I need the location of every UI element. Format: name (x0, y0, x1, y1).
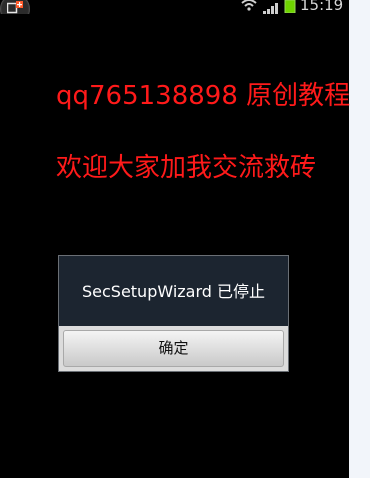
phone-screen (0, 0, 349, 478)
dialog-button-bar: 确定 (59, 326, 288, 371)
ok-button[interactable]: 确定 (63, 330, 284, 367)
overlay-text-line2: 欢迎大家加我交流救砖 (56, 153, 317, 183)
dialog-message-area: SecSetupWizard 已停止 (59, 256, 288, 326)
wifi-icon (240, 0, 258, 14)
window-edge (349, 0, 370, 478)
battery-icon (284, 0, 296, 14)
status-time: 15:19 (300, 0, 344, 14)
app-stopped-dialog: SecSetupWizard 已停止 确定 (58, 255, 289, 372)
notification-add-icon[interactable] (0, 0, 30, 14)
signal-icon (263, 0, 281, 14)
overlay-text-line1: qq765138898 原创教程 (56, 81, 351, 111)
dialog-message: SecSetupWizard 已停止 (81, 282, 266, 301)
status-bar: 15:19 (0, 0, 349, 14)
